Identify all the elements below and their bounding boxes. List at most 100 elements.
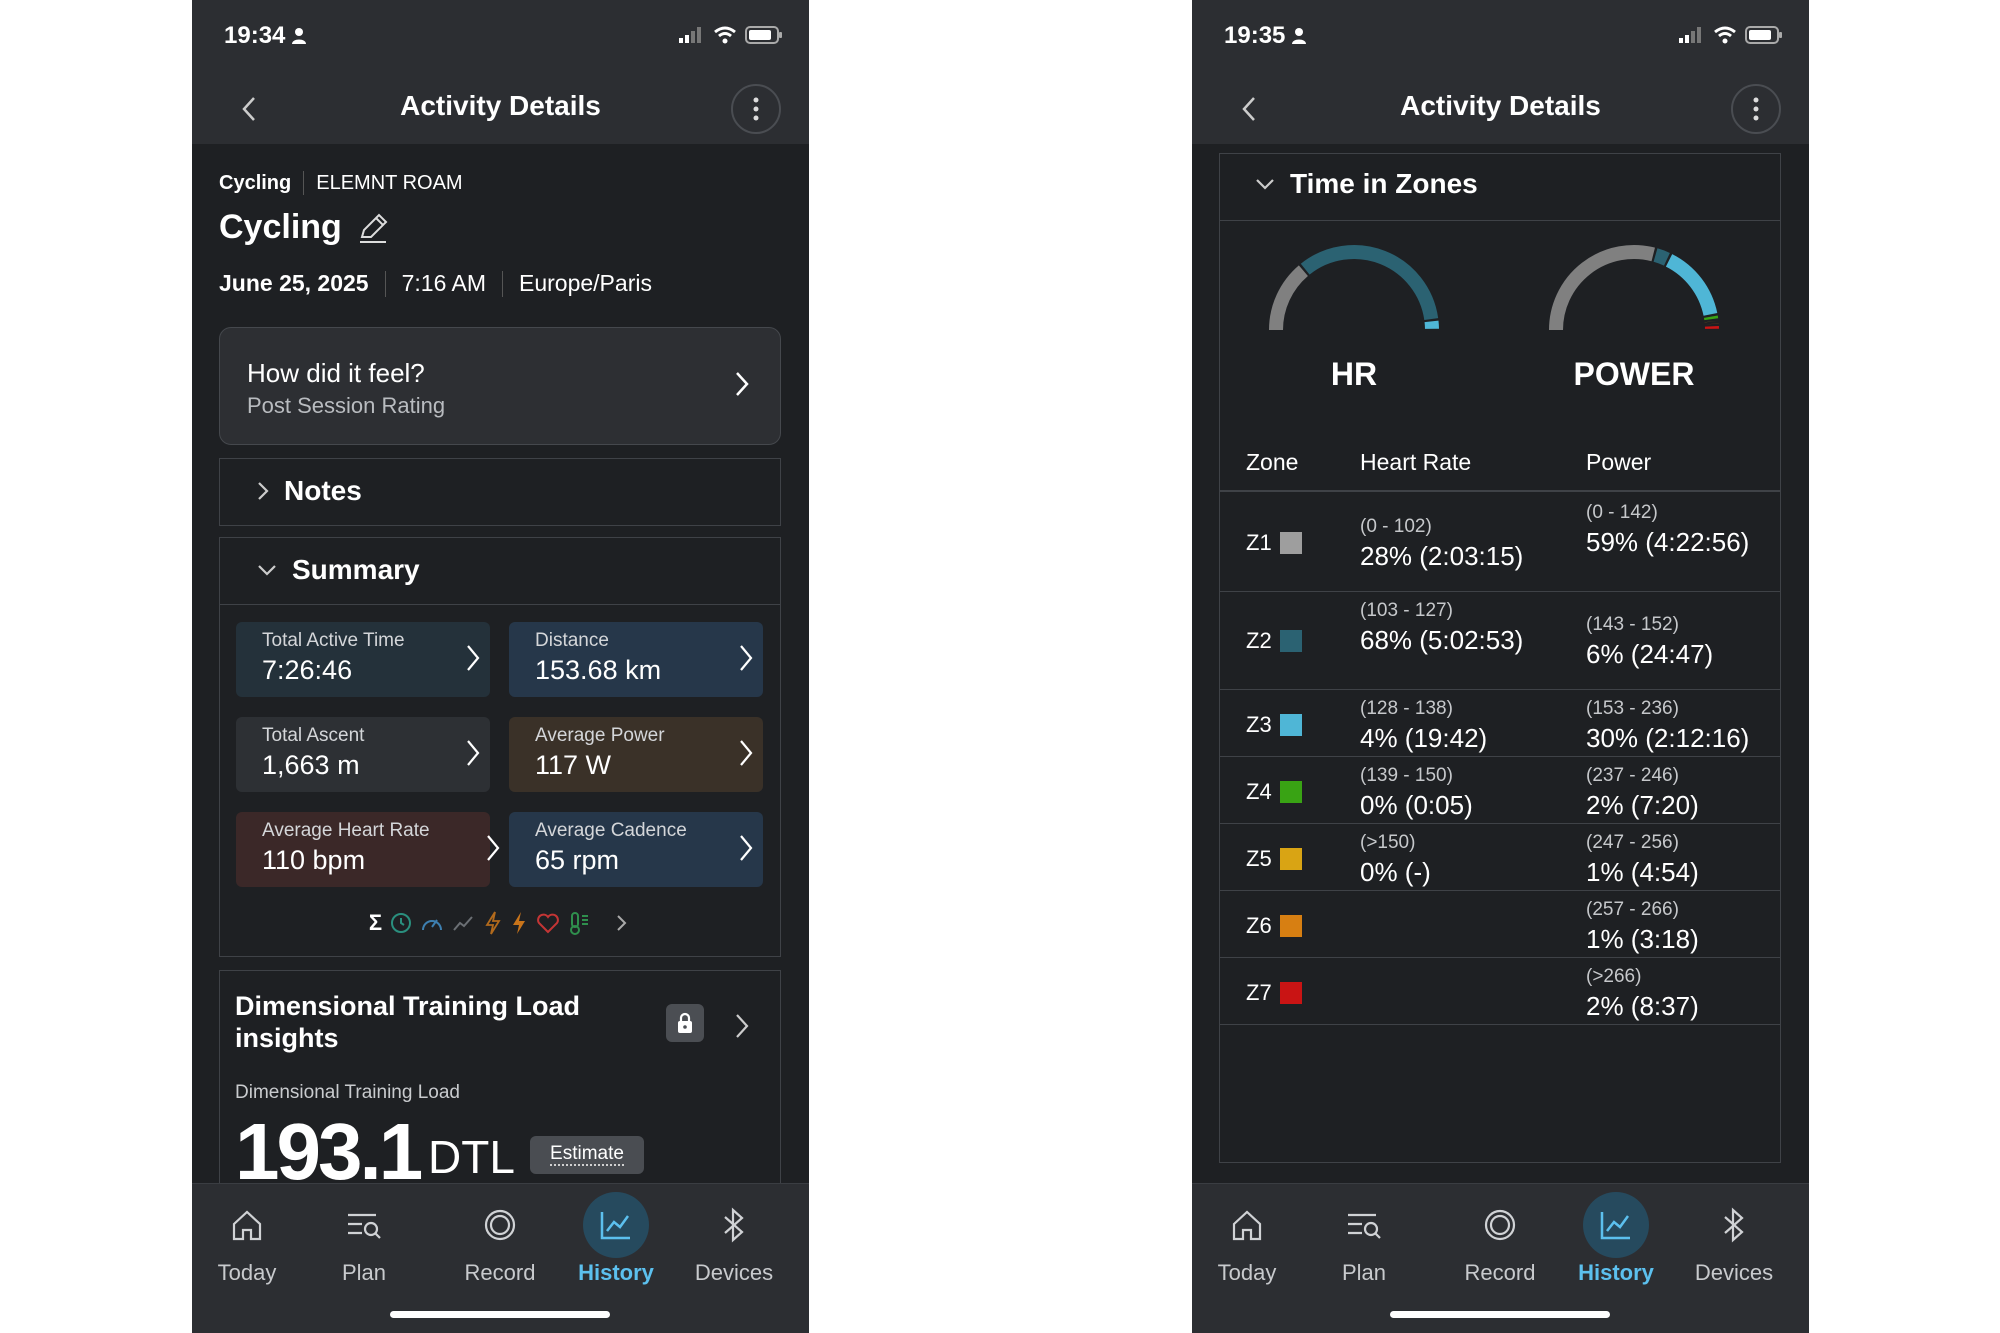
nav-item-today[interactable]: Today [1192, 1184, 1302, 1304]
home-indicator[interactable] [1390, 1311, 1610, 1318]
clock-icon[interactable] [390, 912, 412, 934]
power-cell: (257 - 266) 1% (3:18) [1586, 897, 1776, 955]
nav-item-devices[interactable]: Devices [1679, 1184, 1789, 1304]
page-title: Activity Details [1400, 90, 1601, 121]
dtl-subtitle: Dimensional Training Load [235, 1082, 460, 1103]
total-ascent-tile[interactable]: Total Ascent 1,663 m [236, 717, 490, 792]
time-in-zones-section: Time in Zones HR POWER Zone Heart Rate P… [1219, 153, 1781, 1163]
estimate-badge[interactable]: Estimate [530, 1136, 644, 1174]
nav-label: History [1578, 1260, 1654, 1285]
speedometer-icon[interactable] [420, 912, 444, 934]
hr-range: (0 - 102) [1360, 516, 1432, 537]
page-title: Activity Details [400, 90, 601, 121]
nav-item-history[interactable]: History [1561, 1184, 1671, 1304]
power-zone-gauge [1549, 245, 1719, 331]
zone-label: Z3 [1246, 712, 1302, 738]
person-icon [292, 28, 307, 44]
battery-icon [1745, 26, 1782, 44]
zone-row-z6: Z6 (257 - 266) 1% (3:18) [1220, 891, 1780, 958]
power-range: (>266) [1586, 966, 1642, 987]
record-icon [467, 1192, 533, 1258]
distance-tile[interactable]: Distance 153.68 km [509, 622, 763, 697]
hr-range: (139 - 150) [1360, 765, 1453, 786]
meta-divider [303, 171, 305, 195]
chevron-right-icon [740, 835, 753, 861]
more-options-button[interactable] [1731, 84, 1781, 134]
nav-label: Devices [1694, 1260, 1774, 1285]
hr-value: 28% (2:03:15) [1360, 541, 1524, 571]
zone-swatch [1279, 982, 1302, 1004]
nav-item-plan[interactable]: Plan [1309, 1184, 1419, 1304]
feel-question: How did it feel? [247, 358, 425, 388]
status-time: 19:34 [224, 22, 307, 50]
right-screen: 19:35 Activity Details Time in Zones HR … [1192, 0, 1809, 1333]
total-active-time-tile[interactable]: Total Active Time 7:26:46 [236, 622, 490, 697]
column-zone: Zone [1246, 449, 1299, 475]
average-cadence-tile[interactable]: Average Cadence 65 rpm [509, 812, 763, 887]
feel-subtitle: Post Session Rating [247, 393, 446, 418]
nav-item-history[interactable]: History [561, 1184, 671, 1304]
summary-header[interactable]: Summary [256, 554, 420, 586]
time-in-zones-header[interactable]: Time in Zones [1220, 154, 1780, 221]
average-power-tile[interactable]: Average Power 117 W [509, 717, 763, 792]
thermometer-icon[interactable] [568, 911, 590, 935]
power-value: 30% (2:12:16) [1586, 723, 1750, 753]
zone-swatch [1279, 532, 1302, 554]
power-cell: (>266) 2% (8:37) [1586, 964, 1776, 1022]
power-filled-icon[interactable] [510, 911, 528, 935]
power-cell: (0 - 142) 59% (4:22:56) [1586, 500, 1776, 558]
gauge-segment [1269, 265, 1309, 331]
gauge-segment [1665, 254, 1718, 317]
zone-row-z7: Z7 (>266) 2% (8:37) [1220, 958, 1780, 1025]
chevron-right-icon[interactable] [734, 1012, 750, 1040]
activity-date: June 25, 2025 [219, 270, 369, 296]
summary-title: Summary [292, 554, 420, 585]
chevron-right-icon [467, 645, 480, 671]
power-value: 1% (4:54) [1586, 857, 1699, 887]
tile-label: Total Ascent [262, 725, 365, 746]
zone-row-z1: Z1 (0 - 102) 28% (2:03:15) (0 - 142) 59% (… [1220, 494, 1780, 592]
tile-label: Average Power [535, 725, 665, 746]
record-icon [1467, 1192, 1533, 1258]
tile-label: Average Cadence [535, 820, 687, 841]
chevron-right-icon [258, 482, 269, 500]
hr-value: 68% (5:02:53) [1360, 625, 1524, 655]
nav-label: Record [1464, 1260, 1536, 1285]
post-session-rating-card[interactable]: How did it feel? Post Session Rating [219, 327, 781, 445]
zones-table-header: Zone Heart Rate Power [1220, 437, 1780, 492]
zone-label: Z4 [1246, 779, 1302, 805]
activity-title-text: Cycling [219, 208, 342, 246]
heart-icon[interactable] [536, 912, 560, 934]
notes-section[interactable]: Notes [219, 458, 781, 526]
activity-timezone: Europe/Paris [519, 270, 652, 296]
hr-range: (>150) [1360, 832, 1416, 853]
average-heart-rate-tile[interactable]: Average Heart Rate 110 bpm [236, 812, 500, 887]
nav-item-devices[interactable]: Devices [679, 1184, 789, 1304]
power-outline-icon[interactable] [484, 911, 502, 935]
hr-value: 4% (19:42) [1360, 723, 1488, 753]
activity-meta: Cycling ELEMNT ROAM [219, 171, 463, 195]
more-options-button[interactable] [731, 84, 781, 134]
power-range: (247 - 256) [1586, 832, 1679, 853]
status-time: 19:35 [1224, 22, 1307, 50]
elevation-icon[interactable] [452, 912, 476, 934]
pencil-edit-icon[interactable] [356, 211, 390, 245]
date-divider [384, 270, 386, 297]
chevron-right-icon [736, 372, 749, 396]
chevron-right-icon[interactable] [612, 912, 632, 934]
sigma-icon[interactable]: Σ [369, 910, 382, 936]
zone-label: Z1 [1246, 530, 1302, 556]
zone-swatch [1279, 848, 1302, 870]
chevron-right-icon [487, 835, 500, 861]
nav-item-today[interactable]: Today [192, 1184, 302, 1304]
nav-item-plan[interactable]: Plan [309, 1184, 419, 1304]
home-indicator[interactable] [390, 1311, 610, 1318]
hr-zone-gauge [1269, 245, 1439, 331]
chevron-right-icon [740, 740, 753, 766]
nav-item-record[interactable]: Record [445, 1184, 555, 1304]
dtl-unit: DTL [428, 1131, 515, 1183]
power-value: 1% (3:18) [1586, 924, 1699, 954]
nav-item-record[interactable]: Record [1445, 1184, 1555, 1304]
activity-title: Cycling [219, 208, 390, 247]
plan-icon [331, 1192, 397, 1258]
